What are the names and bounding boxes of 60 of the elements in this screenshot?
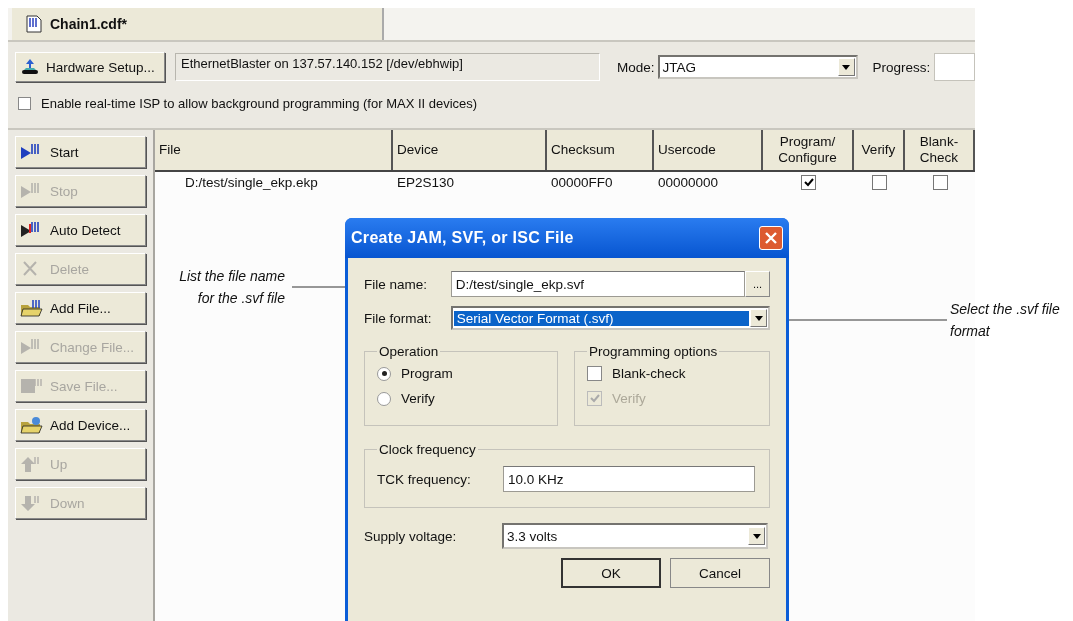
annotation-text: List the file name for the .svf file [179, 267, 285, 308]
folder-icon [20, 299, 44, 317]
column-header[interactable]: Verify [854, 130, 905, 170]
close-button[interactable] [759, 226, 783, 250]
caret-icon [754, 315, 763, 321]
browse-button[interactable]: ... [745, 271, 770, 297]
isp-option-label: Enable real-time ISP to allow background programming (for MAX II devices) [41, 95, 478, 111]
progress-label: Progress: [872, 59, 931, 75]
document-tab[interactable]: Chain1.cdf* [12, 8, 384, 40]
file-name-label: File name: [364, 276, 429, 292]
supply-voltage-dropdown[interactable]: 3.3 volts [502, 523, 768, 549]
dialog-button[interactable]: Cancel [670, 558, 770, 588]
table-cell: 00000000 [658, 174, 719, 190]
column-header[interactable]: Program/ Configure [763, 130, 854, 170]
file-format-dropdown[interactable]: Serial Vector Format (.svf) [450, 306, 770, 330]
mode-dropdown[interactable]: JTAG [657, 55, 858, 79]
document-icon [26, 15, 42, 33]
checkbox-label: Blank-check [612, 366, 686, 381]
toolbar-button[interactable]: Start [15, 136, 146, 168]
table-cell: 00000FF0 [551, 174, 613, 190]
hardware-setup-button[interactable]: Hardware Setup... [15, 52, 165, 82]
toolbar-button[interactable]: Auto Detect [15, 214, 146, 246]
folder-icon [20, 416, 44, 434]
group-title: Clock frequency [378, 442, 477, 457]
table-checkbox[interactable] [932, 174, 948, 190]
table-checkbox[interactable] [801, 174, 816, 190]
isp-checkbox[interactable] [18, 96, 31, 110]
tck-frequency-label: TCK frequency: [377, 471, 472, 487]
hardware-icon [20, 58, 40, 76]
group-title: Operation [378, 344, 440, 359]
radio-label: Verify [401, 391, 435, 406]
radio-label: Program [401, 366, 453, 381]
radio-button[interactable] [377, 391, 391, 406]
table-cell: EP2S130 [397, 174, 455, 190]
supply-voltage-label: Supply voltage: [364, 528, 458, 544]
radio-button[interactable] [377, 366, 391, 381]
group-title: Programming options [588, 344, 719, 359]
dialog-title: Create JAM, SVF, or ISC File [351, 229, 574, 247]
column-header[interactable]: Device [393, 130, 547, 170]
toolbar-button[interactable]: Add Device... [15, 409, 146, 441]
file-name-field[interactable]: D:/test/single_ekp.svf [450, 271, 746, 297]
annotation-text: Select the .svf file format [950, 300, 1060, 341]
file-format-label: File format: [364, 310, 433, 326]
hardware-status-field: EthernetBlaster on 137.57.140.152 [/dev/ebhwip] [175, 53, 600, 81]
checkbox[interactable] [587, 366, 602, 381]
column-header[interactable]: Blank- Check [905, 130, 975, 170]
column-header[interactable]: Usercode [654, 130, 763, 170]
column-header[interactable]: File [155, 130, 393, 170]
caret-icon [752, 533, 761, 539]
floppy-icon [20, 377, 44, 395]
table-checkbox[interactable] [872, 174, 887, 190]
caret-icon [842, 64, 851, 70]
table-cell: D:/test/single_ekp.ekp [185, 174, 318, 190]
close-icon [764, 231, 778, 245]
tck-frequency-field[interactable]: 10.0 KHz [503, 466, 755, 492]
column-header[interactable]: Checksum [547, 130, 654, 170]
mode-label: Mode: [617, 59, 655, 75]
dialog-button[interactable]: OK [561, 558, 661, 588]
checkbox-label: Verify [612, 391, 646, 406]
toolbar-button[interactable]: Add File... [15, 292, 146, 324]
